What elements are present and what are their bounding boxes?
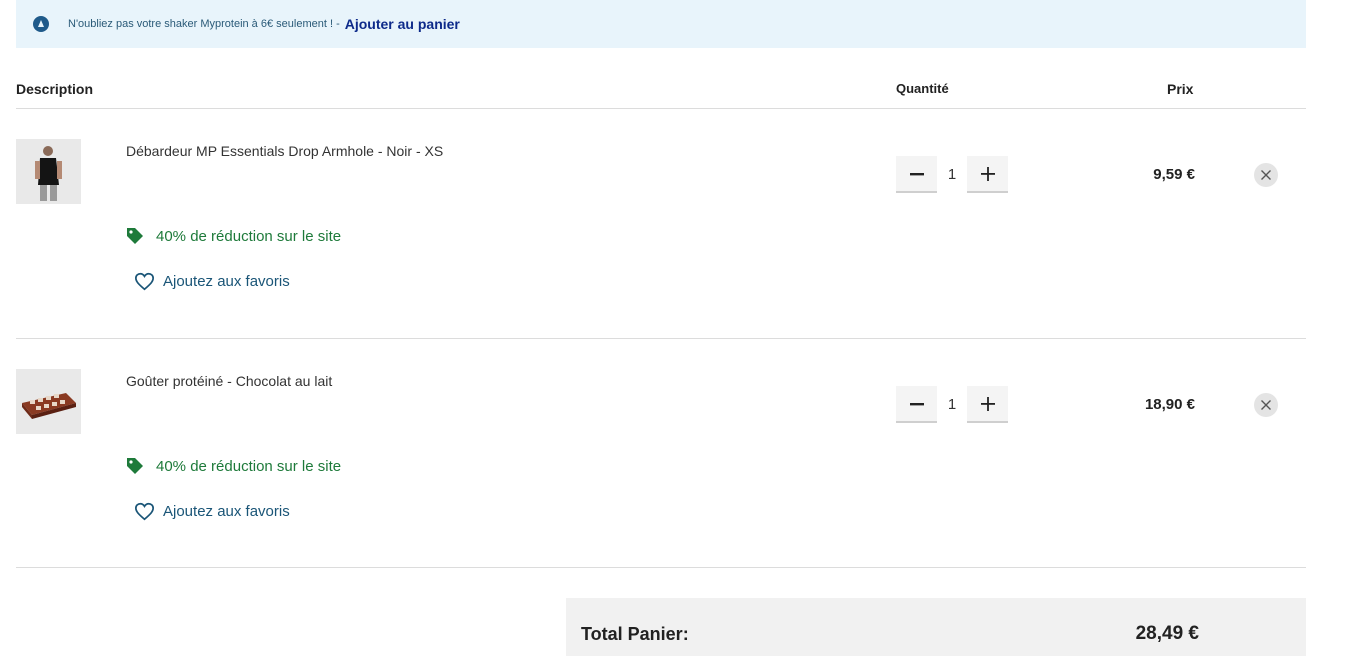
promo-line: 40% de réduction sur le site (126, 457, 341, 475)
increase-button[interactable] (967, 386, 1008, 423)
favorites-label: Ajoutez aux favoris (163, 503, 290, 520)
product-image[interactable] (16, 369, 81, 434)
tag-icon (127, 458, 143, 474)
plus-icon (980, 396, 995, 411)
promo-banner: N'oubliez pas votre shaker Myprotein à 6… (16, 0, 1306, 48)
item-price: 18,90 € (1144, 396, 1195, 413)
favorites-label: Ajoutez aux favoris (163, 273, 290, 290)
divider (16, 338, 1306, 339)
promo-text: 40% de réduction sur le site (156, 227, 342, 245)
decrease-button[interactable] (896, 386, 937, 423)
divider (16, 108, 1306, 109)
promo-text: 40% de réduction sur le site (156, 457, 342, 475)
header-quantity: Quantité (896, 81, 949, 96)
plus-icon (980, 166, 995, 181)
minus-icon (909, 402, 924, 405)
total-label: Total Panier: (581, 624, 689, 644)
product-name[interactable]: Débardeur MP Essentials Drop Armhole - N… (126, 143, 443, 159)
close-icon (1261, 170, 1271, 180)
quantity-stepper: 1 (896, 386, 1008, 423)
remove-item-button[interactable] (1254, 163, 1278, 187)
divider (16, 567, 1306, 568)
add-to-favorites-button[interactable]: Ajoutez aux favoris (134, 272, 290, 291)
cart-total: Total Panier: 28,49 € (566, 598, 1306, 656)
decrease-button[interactable] (896, 156, 937, 193)
quantity-value[interactable]: 1 (937, 166, 967, 183)
tag-icon (127, 228, 143, 244)
product-image[interactable] (16, 139, 81, 204)
header-price: Prix (1167, 81, 1194, 97)
quantity-value[interactable]: 1 (937, 396, 967, 413)
banner-text: N'oubliez pas votre shaker Myprotein à 6… (68, 18, 340, 30)
increase-button[interactable] (967, 156, 1008, 193)
chocolate-bar-image (16, 369, 81, 434)
add-to-cart-link[interactable]: Ajouter au panier (345, 16, 460, 32)
total-value: 28,49 € (1135, 623, 1199, 644)
heart-icon (134, 502, 155, 521)
tank-top-image (16, 139, 81, 204)
info-drop-icon (33, 16, 49, 32)
header-description: Description (16, 81, 94, 97)
product-name[interactable]: Goûter protéiné - Chocolat au lait (126, 373, 332, 389)
minus-icon (909, 172, 924, 175)
promo-line: 40% de réduction sur le site (126, 227, 341, 245)
add-to-favorites-button[interactable]: Ajoutez aux favoris (134, 502, 290, 521)
quantity-stepper: 1 (896, 156, 1008, 193)
item-price: 9,59 € (1153, 166, 1195, 183)
heart-icon (134, 272, 155, 291)
close-icon (1261, 400, 1271, 410)
remove-item-button[interactable] (1254, 393, 1278, 417)
